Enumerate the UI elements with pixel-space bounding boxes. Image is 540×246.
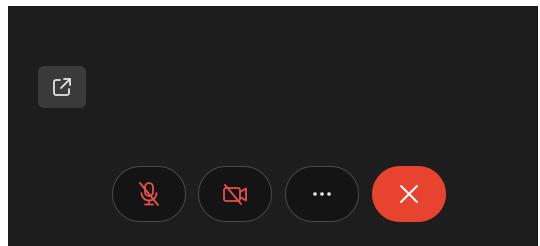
video-toggle-button[interactable] [198,166,272,222]
mute-button[interactable] [112,166,186,222]
more-options-button[interactable] [285,166,359,222]
call-controls [8,166,538,222]
call-window [8,6,538,246]
popout-button[interactable] [38,66,86,108]
microphone-off-icon [136,180,162,208]
popout-icon [51,76,73,98]
end-call-button[interactable] [372,166,446,222]
camera-off-icon [220,181,250,207]
close-icon [396,181,422,207]
more-options-icon [310,190,334,198]
